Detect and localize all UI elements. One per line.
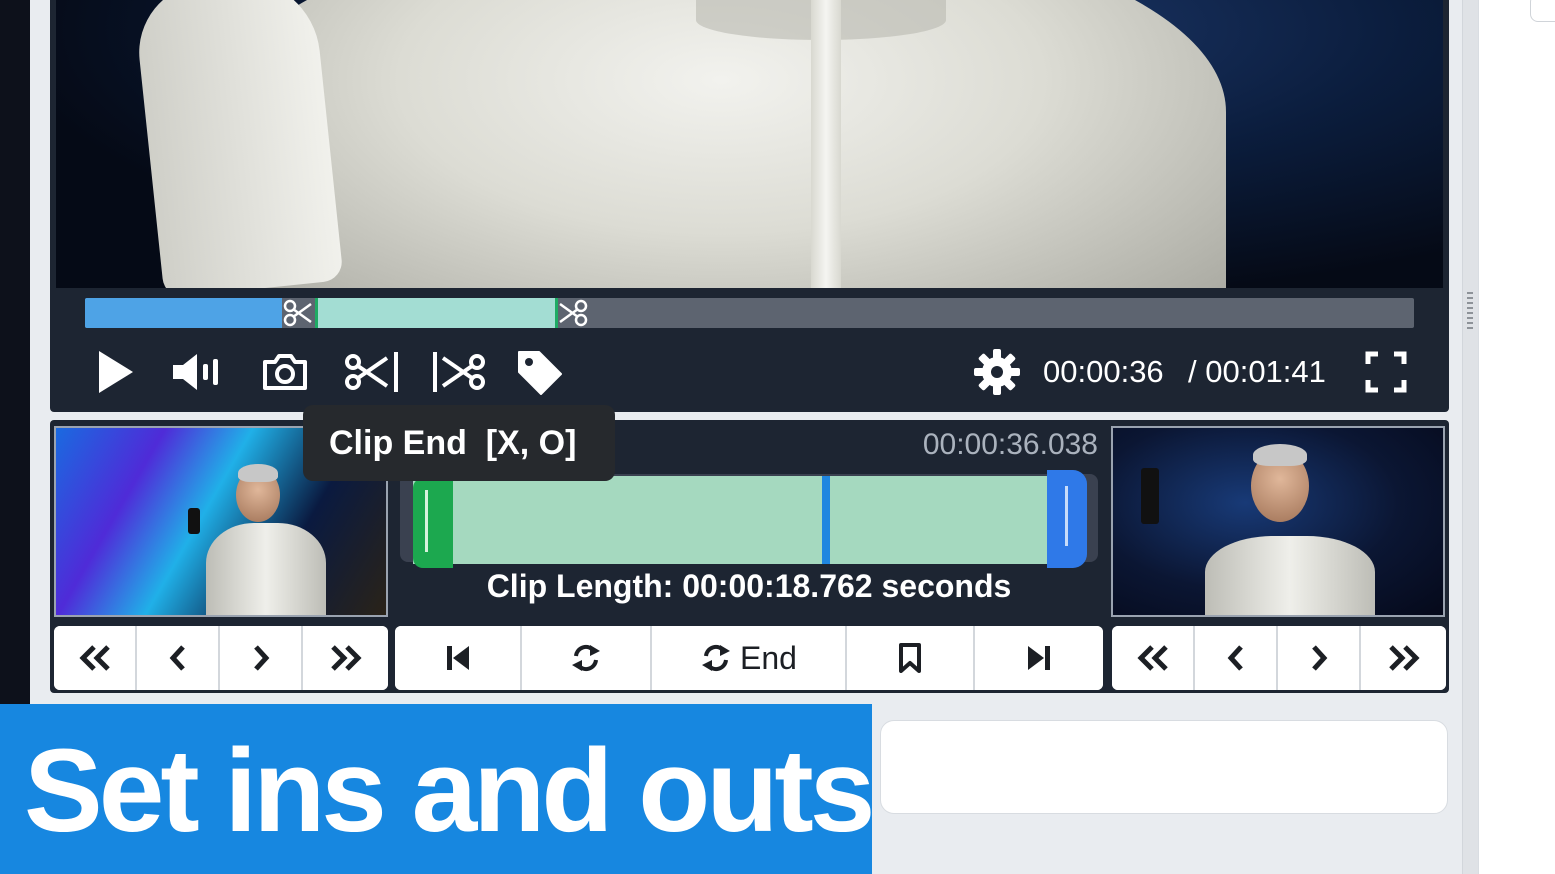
- end-forward-button[interactable]: [1278, 626, 1361, 690]
- presenter-hair: [1253, 444, 1307, 466]
- skip-end-icon: [1028, 646, 1050, 670]
- play-icon[interactable]: [92, 344, 138, 400]
- presenter-figure: [1205, 536, 1375, 615]
- double-chevron-right-icon: [1388, 645, 1420, 671]
- clip-end-icon[interactable]: [430, 344, 488, 400]
- timeline-played: [85, 298, 282, 328]
- chevron-left-icon: [169, 645, 185, 671]
- right-panel: [1478, 0, 1555, 874]
- trim-end-handle[interactable]: [1047, 470, 1087, 568]
- end-back-button[interactable]: [1195, 626, 1278, 690]
- clip-end-marker-icon[interactable]: [556, 296, 590, 330]
- double-chevron-left-icon: [78, 645, 110, 671]
- tag-icon[interactable]: [514, 344, 566, 400]
- double-chevron-right-icon: [330, 645, 362, 671]
- shirt-placket: [811, 0, 841, 288]
- clip-length: Clip Length: 00:00:18.762 seconds: [486, 568, 1012, 604]
- chevron-right-icon: [1311, 645, 1327, 671]
- total-duration: / 00:01:41: [1188, 354, 1326, 389]
- trim-selection[interactable]: [413, 476, 1073, 564]
- presenter-hair: [238, 464, 278, 482]
- resize-grip-icon[interactable]: [1467, 292, 1473, 330]
- trim-start-handle[interactable]: [413, 478, 453, 568]
- gear-icon[interactable]: [972, 344, 1022, 400]
- end-back-fast-button[interactable]: [1112, 626, 1195, 690]
- presenter-figure: [206, 523, 326, 615]
- loop-clip-button[interactable]: [522, 626, 652, 690]
- fullscreen-icon[interactable]: [1364, 344, 1408, 400]
- loop-end-label: End: [740, 639, 797, 676]
- go-to-start-button[interactable]: [395, 626, 522, 690]
- double-chevron-left-icon: [1136, 645, 1168, 671]
- panel-resizer[interactable]: [1462, 0, 1478, 874]
- presenter-shirt: [216, 0, 1226, 288]
- progress-timeline[interactable]: [85, 298, 1414, 328]
- clip-start-icon[interactable]: [343, 344, 401, 400]
- timeline-clip-range[interactable]: [314, 298, 559, 328]
- clip-timestamp: 00:00:36.038: [922, 428, 1098, 461]
- end-forward-fast-button[interactable]: [1361, 626, 1446, 690]
- right-panel-card: [1530, 0, 1555, 22]
- video-frame[interactable]: [56, 0, 1443, 288]
- start-back-button[interactable]: [137, 626, 220, 690]
- start-forward-button[interactable]: [220, 626, 303, 690]
- phone-prop: [1141, 468, 1159, 524]
- bookmark-icon: [899, 643, 921, 673]
- presenter-arm: [132, 0, 344, 288]
- start-forward-fast-button[interactable]: [303, 626, 388, 690]
- chevron-right-icon: [253, 645, 269, 671]
- trim-playhead[interactable]: [822, 476, 831, 564]
- clip-end-tooltip: Clip End [X, O]: [303, 405, 615, 481]
- bookmark-button[interactable]: [847, 626, 975, 690]
- skip-start-icon: [446, 646, 469, 670]
- start-back-fast-button[interactable]: [54, 626, 137, 690]
- camera-icon[interactable]: [260, 344, 310, 400]
- loop-end-button[interactable]: End: [652, 626, 847, 690]
- volume-icon[interactable]: [170, 344, 224, 400]
- phone-prop: [188, 508, 200, 534]
- go-to-end-button[interactable]: [975, 626, 1103, 690]
- text-input-box[interactable]: [880, 720, 1448, 814]
- start-frame-stepper: [54, 626, 388, 690]
- chevron-left-icon: [1227, 645, 1243, 671]
- loop-icon: [702, 644, 731, 672]
- banner-title: Set ins and outs: [24, 725, 875, 857]
- clip-start-marker-icon[interactable]: [281, 296, 315, 330]
- end-frame-stepper: [1112, 626, 1446, 690]
- current-time: 00:00:36: [1043, 354, 1164, 389]
- loop-icon: [572, 644, 600, 672]
- clip-end-thumbnail[interactable]: [1111, 426, 1445, 617]
- clip-navigation-buttons: End: [395, 626, 1103, 690]
